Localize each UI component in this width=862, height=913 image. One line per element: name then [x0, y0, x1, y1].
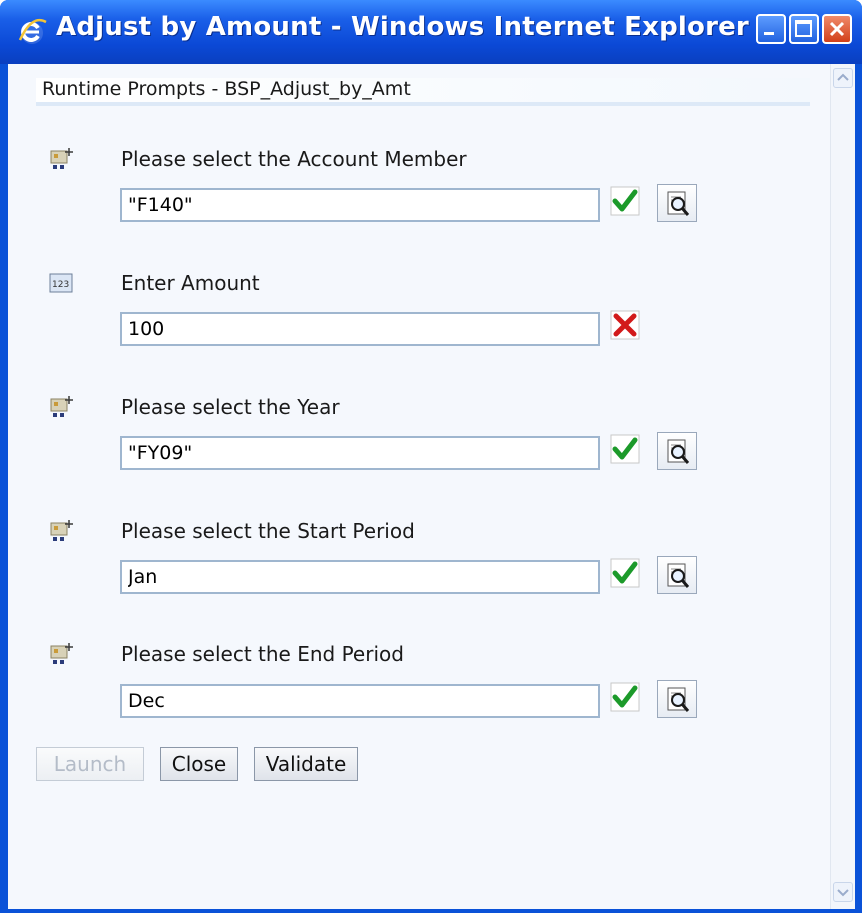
prompts-header: Runtime Prompts - BSP_Adjust_by_Amt: [36, 78, 810, 106]
internet-explorer-icon: [18, 18, 47, 44]
member-lookup-icon: [667, 563, 690, 588]
launch-button[interactable]: Launch: [36, 747, 144, 781]
scroll-down-button[interactable]: [833, 882, 853, 902]
year-lookup-button[interactable]: [657, 432, 697, 470]
close-button[interactable]: Close: [160, 747, 238, 781]
amount-input[interactable]: [120, 312, 600, 346]
close-window-button[interactable]: [822, 14, 852, 44]
prompt-label-account-member: Please select the Account Member: [121, 147, 467, 171]
window-title: Adjust by Amount - Windows Internet Expl…: [56, 12, 749, 42]
member-lookup-icon: [667, 687, 690, 712]
prompt-label-year: Please select the Year: [121, 395, 340, 419]
year-input[interactable]: [120, 436, 600, 470]
maximize-icon: [795, 20, 812, 37]
valid-check-icon: [610, 558, 640, 588]
member-selection-icon: [50, 643, 73, 664]
invalid-x-icon: [610, 310, 640, 340]
validate-button[interactable]: Validate: [254, 747, 358, 781]
end-period-input[interactable]: [120, 684, 600, 718]
minimize-button[interactable]: [756, 14, 786, 44]
member-selection-icon: [50, 396, 73, 417]
valid-check-icon: [610, 682, 640, 712]
title-bar[interactable]: Adjust by Amount - Windows Internet Expl…: [0, 0, 862, 64]
member-lookup-icon: [667, 439, 690, 464]
numeric-icon: 123: [49, 273, 73, 293]
member-selection-icon: [50, 520, 73, 541]
chevron-up-icon: [837, 73, 849, 81]
scroll-up-button[interactable]: [833, 68, 853, 88]
svg-text:123: 123: [52, 280, 69, 290]
member-lookup-icon: [667, 191, 690, 216]
chevron-down-icon: [837, 889, 849, 897]
end-period-lookup-button[interactable]: [657, 680, 697, 718]
prompt-label-start-period: Please select the Start Period: [121, 519, 415, 543]
account-member-lookup-button[interactable]: [657, 184, 697, 222]
prompt-label-enter-amount: Enter Amount: [121, 271, 260, 295]
valid-check-icon: [610, 186, 640, 216]
close-icon: [829, 21, 845, 37]
prompt-label-end-period: Please select the End Period: [121, 642, 404, 666]
maximize-button[interactable]: [789, 14, 819, 44]
valid-check-icon: [610, 434, 640, 464]
start-period-lookup-button[interactable]: [657, 556, 697, 594]
vertical-scrollbar[interactable]: [830, 64, 855, 909]
minimize-icon: [764, 32, 774, 35]
account-member-input[interactable]: [120, 188, 600, 222]
member-selection-icon: [50, 148, 73, 169]
start-period-input[interactable]: [120, 560, 600, 594]
page-title: Runtime Prompts - BSP_Adjust_by_Amt: [42, 78, 411, 100]
browser-window: Adjust by Amount - Windows Internet Expl…: [0, 0, 862, 913]
